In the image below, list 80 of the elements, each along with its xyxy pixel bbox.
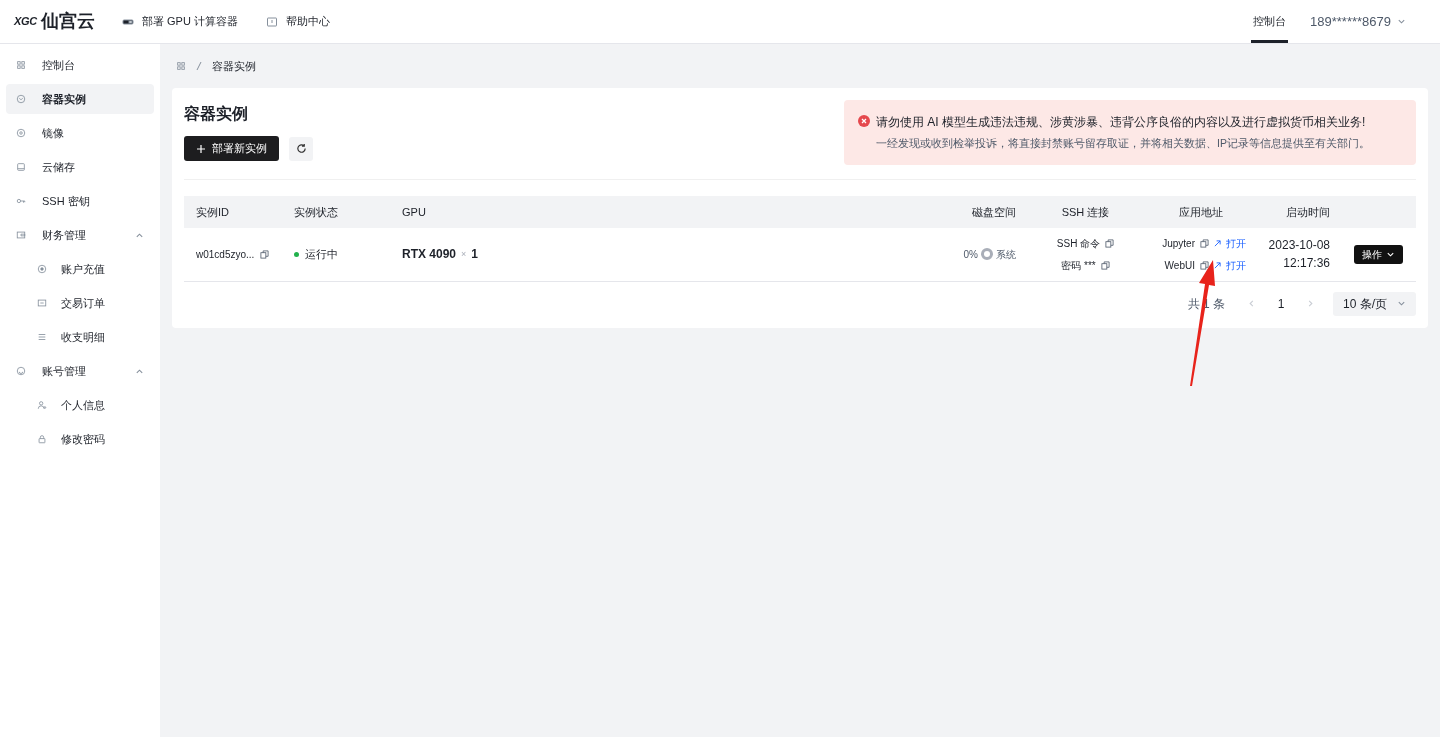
disk-label: 系统 xyxy=(996,247,1016,262)
home-icon xyxy=(176,61,186,71)
nav-link[interactable]: 帮助中心 xyxy=(265,13,330,30)
sidebar-item[interactable]: 控制台 xyxy=(6,50,154,80)
refresh-button[interactable] xyxy=(289,136,313,161)
sidebar-item[interactable]: 交易订单 xyxy=(6,288,154,318)
page-title: 容器实例 xyxy=(184,104,249,124)
app-name: WebUI xyxy=(1164,258,1195,273)
column-header: GPU xyxy=(401,204,427,220)
ssh-credential: 密码 *** xyxy=(1061,258,1096,273)
ssh-credential: SSH 命令 xyxy=(1056,236,1101,251)
deploy-button[interactable]: 部署新实例 xyxy=(184,136,279,161)
disk-ring-icon xyxy=(981,248,993,261)
grid-icon xyxy=(16,60,26,70)
sidebar-item[interactable]: 财务管理 xyxy=(6,220,154,250)
column-header: SSH 连接 xyxy=(1060,204,1111,220)
user-menu[interactable]: 189******8679 xyxy=(1310,11,1406,32)
instance-id: w01cd5zyo... xyxy=(196,247,255,262)
list-icon xyxy=(37,332,47,342)
sidebar-item[interactable]: SSH 密钥 xyxy=(6,186,154,216)
smiley-icon xyxy=(16,366,26,376)
column-header: 启动时间 xyxy=(1285,204,1331,220)
person-icon xyxy=(37,400,47,410)
sidebar-item[interactable]: 账户充值 xyxy=(6,254,154,284)
alert-text: 一经发现或收到检举投诉，将直接封禁账号留存取证，并将相关数据、IP记录等信息提供至有关部门。 xyxy=(876,136,1370,151)
copy-icon[interactable] xyxy=(1200,260,1209,270)
breadcrumb-item: 容器实例 xyxy=(212,58,256,74)
header-tab[interactable]: 控制台 xyxy=(1251,0,1289,43)
start-date: 2023-10-08 xyxy=(1268,237,1330,255)
sidebar-item[interactable]: 账号管理 xyxy=(6,356,154,386)
chevron-down-icon xyxy=(1397,17,1406,26)
page-size-select[interactable]: 10 条/页 xyxy=(1333,291,1416,316)
gpu-count: 1 xyxy=(471,246,478,264)
drive-icon xyxy=(16,162,26,172)
receipt-icon xyxy=(37,298,47,308)
column-header: 磁盘空间 xyxy=(971,204,1017,220)
column-header: 实例ID xyxy=(195,204,230,220)
chevron-up-icon xyxy=(135,230,144,240)
chevron-down-icon xyxy=(1397,299,1406,309)
copy-icon[interactable] xyxy=(260,249,270,259)
nav-link[interactable]: 部署 GPU 计算容器 xyxy=(122,13,238,30)
gpu-model: RTX 4090 xyxy=(402,246,457,264)
plus-icon xyxy=(196,143,206,154)
disk-percent: 0% xyxy=(963,247,978,262)
refresh-icon xyxy=(295,143,307,154)
wallet-icon xyxy=(16,230,26,240)
chevron-up-icon xyxy=(135,366,144,376)
start-time: 12:17:36 xyxy=(1283,255,1330,273)
lock-icon xyxy=(37,434,47,444)
coin-icon xyxy=(37,264,47,274)
logo-mark: XGC xyxy=(14,14,37,30)
sidebar-item[interactable]: 修改密码 xyxy=(6,424,154,454)
open-link[interactable]: 打开 xyxy=(1214,257,1246,273)
external-link-icon xyxy=(1214,261,1221,269)
status-text: 运行中 xyxy=(305,247,338,262)
logo-text: 仙宫云 xyxy=(41,10,95,33)
sidebar-item[interactable]: 云储存 xyxy=(6,152,154,182)
error-icon xyxy=(858,115,870,127)
copy-icon[interactable] xyxy=(1105,238,1115,248)
external-link-icon xyxy=(1214,239,1221,247)
sidebar-item[interactable]: 收支明细 xyxy=(6,322,154,352)
breadcrumb-separator xyxy=(196,61,202,71)
copy-icon[interactable] xyxy=(1200,238,1209,248)
multiply-sign: × xyxy=(461,247,467,261)
column-header: 实例状态 xyxy=(293,204,339,220)
page-number[interactable]: 1 xyxy=(1268,291,1294,316)
open-link[interactable]: 打开 xyxy=(1214,235,1246,251)
previous-page-icon xyxy=(1247,299,1256,309)
actions-button[interactable]: 操作 xyxy=(1353,244,1403,264)
alert-title: 请勿使用 AI 模型生成违法违规、涉黄涉暴、违背公序良俗的内容以及进行虚拟货币相关业务! xyxy=(876,114,1367,131)
next-page-icon xyxy=(1306,299,1315,309)
book-icon xyxy=(265,15,278,28)
disc-icon xyxy=(16,128,26,138)
sidebar-item[interactable]: 镜像 xyxy=(6,118,154,148)
column-header: 应用地址 xyxy=(1177,204,1224,220)
copy-icon[interactable] xyxy=(1100,260,1110,270)
sidebar-item[interactable]: 个人信息 xyxy=(6,390,154,420)
sidebar-item[interactable]: 容器实例 xyxy=(6,84,154,114)
key-icon xyxy=(16,196,26,206)
app-name: Jupyter xyxy=(1162,236,1195,251)
